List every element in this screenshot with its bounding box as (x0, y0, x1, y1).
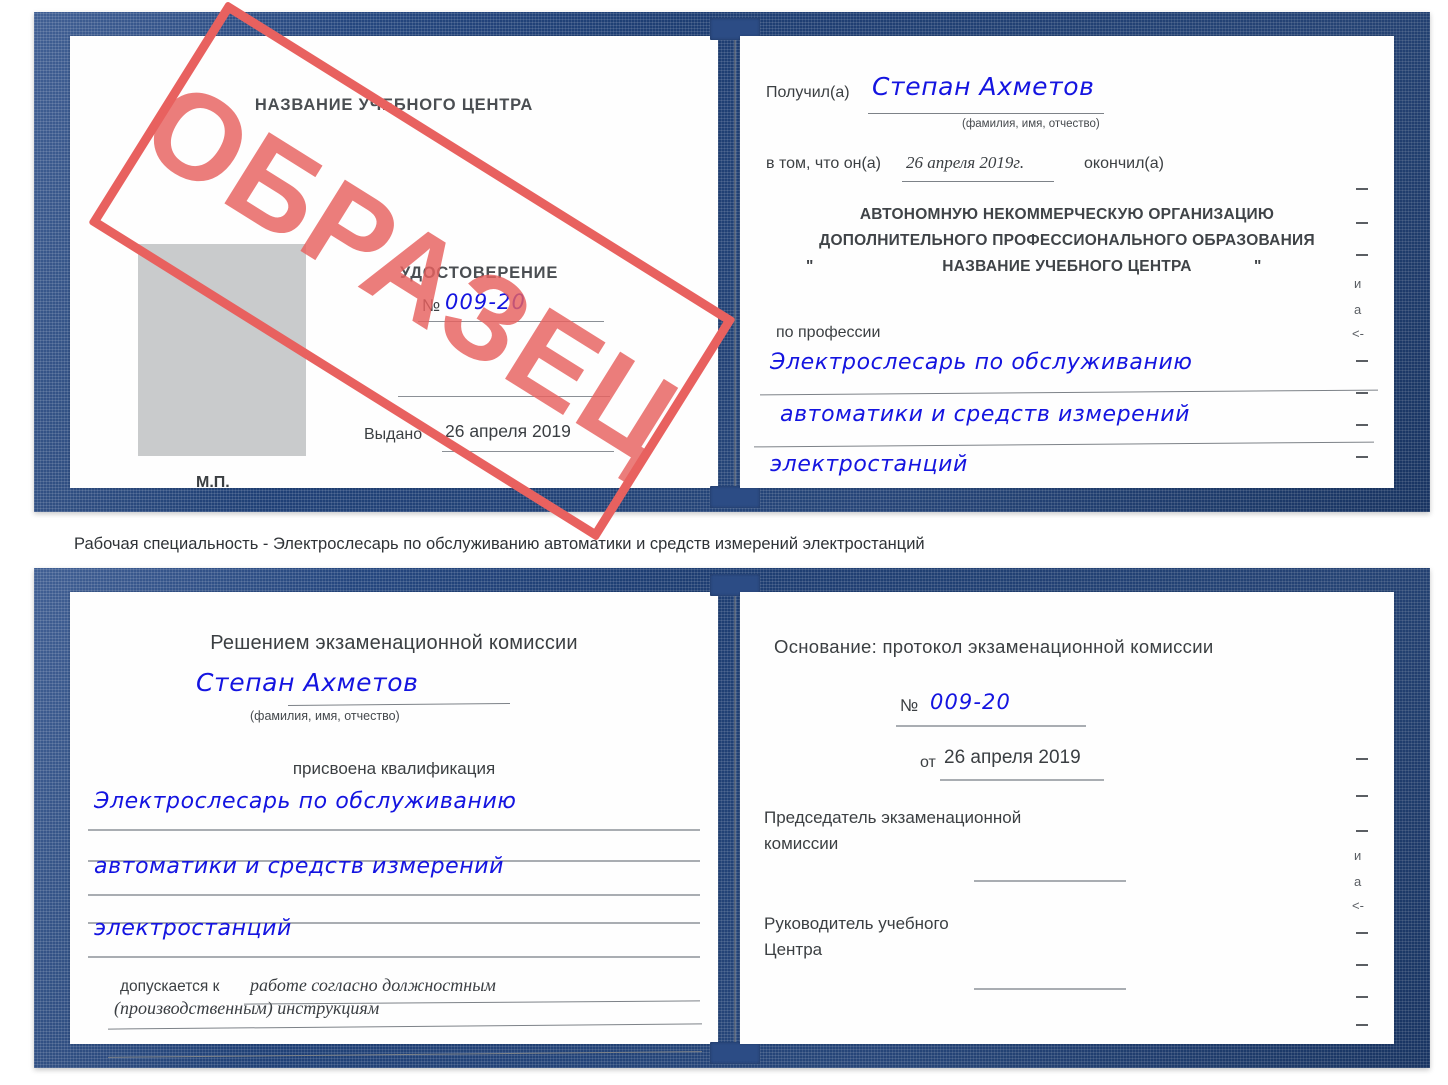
edge-fragment-b-dash-4 (1356, 932, 1368, 934)
edge-fragment-i: и (1354, 276, 1362, 291)
photo-placeholder (138, 244, 306, 456)
edge-fragment-b-arrow: <- (1352, 898, 1364, 913)
profession-rule-2 (754, 441, 1374, 448)
head-signature-rule (974, 988, 1126, 990)
certificate-bottom: Решением экзаменационной комиссии Степан… (34, 568, 1430, 1068)
number-label: № (422, 296, 441, 315)
that-he-value: 26 апреля 2019г. (906, 153, 1025, 172)
page-bottom-right: Основание: протокол экзаменационной коми… (740, 592, 1394, 1044)
received-value: Степан Ахметов (872, 72, 1095, 101)
edge-fragment-a: а (1354, 302, 1362, 317)
protocol-date-label: от (920, 754, 936, 771)
edge-fragment-dash-2 (1356, 222, 1368, 224)
book-spine-top (734, 36, 736, 488)
profession-line-3: электростанций (770, 452, 968, 477)
issued-label: Выдано (364, 426, 423, 443)
fio-hint: (фамилия, имя, отчество) (962, 118, 1100, 130)
decision-name-value: Степан Ахметов (196, 668, 419, 697)
admitted-rule-2 (108, 1023, 702, 1030)
page-bottom-left: Решением экзаменационной комиссии Степан… (70, 592, 718, 1058)
edge-fragment-b-a: а (1354, 874, 1362, 889)
edge-fragment-dash-4 (1356, 360, 1368, 362)
edge-fragment-dash-7 (1356, 456, 1368, 458)
qualification-label: присвоена квалификация (292, 759, 496, 778)
edge-fragment-b-dash-6 (1356, 996, 1368, 998)
qualification-rule-1 (88, 829, 700, 831)
head-line-2: Центра (764, 940, 823, 959)
that-he-label: в том, что он(а) (766, 155, 881, 172)
spine-notch-bottom (710, 486, 760, 508)
protocol-date-rule (940, 779, 1104, 781)
received-label: Получил(а) (766, 84, 850, 101)
blank-rule-1 (398, 396, 610, 397)
profession-line-2: автоматики и средств измерений (780, 402, 1191, 427)
qualification-line-1: Электрослесарь по обслуживанию (94, 789, 517, 814)
issued-value: 26 апреля 2019 (445, 421, 571, 441)
qualification-line-2: автоматики и средств измерений (94, 854, 505, 879)
edge-fragment-dash-5 (1356, 392, 1368, 394)
protocol-number-rule (896, 725, 1086, 727)
chairman-line-1: Председатель экзаменационной (764, 808, 1022, 827)
certificate-top: НАЗВАНИЕ УЧЕБНОГО ЦЕНТРА УДОСТОВЕРЕНИЕ №… (34, 12, 1430, 512)
edge-fragment-b-dash-3 (1356, 830, 1368, 832)
edge-fragment-dash-1 (1356, 188, 1368, 190)
decision-name-rule (287, 703, 511, 706)
page-top-right: Получил(а) Степан Ахметов (фамилия, имя,… (740, 36, 1394, 488)
edge-fragment-arrow: <- (1352, 326, 1364, 341)
qualification-line-3: электростанций (94, 916, 292, 941)
profession-line-1: Электрослесарь по обслуживанию (770, 350, 1193, 375)
book-spine-bottom (734, 592, 736, 1044)
chairman-line-2: комиссии (764, 834, 839, 853)
page-top-left: НАЗВАНИЕ УЧЕБНОГО ЦЕНТРА УДОСТОВЕРЕНИЕ №… (70, 36, 718, 491)
edge-fragment-b-dash-2 (1356, 795, 1368, 797)
edge-fragment-b-i: и (1354, 848, 1362, 863)
basis-label: Основание: протокол экзаменационной коми… (774, 636, 1214, 657)
seal-label: М.П. (196, 474, 230, 491)
page-title-training-center: НАЗВАНИЕ УЧЕБНОГО ЦЕНТРА (254, 96, 534, 114)
caption-text: Рабочая специальность - Электрослесарь п… (74, 535, 925, 553)
edge-fragment-dash-3 (1356, 254, 1368, 256)
doc-type-label: УДОСТОВЕРЕНИЕ (400, 264, 559, 282)
admitted-label: допускается к (120, 978, 220, 995)
finished-label: окончил(а) (1084, 155, 1164, 172)
that-he-rule (902, 181, 1054, 182)
chairman-signature-rule (974, 880, 1126, 882)
org-quote-close: " (1254, 258, 1262, 275)
edge-fragment-b-dash-1 (1356, 758, 1368, 760)
protocol-date-value: 26 апреля 2019 (944, 747, 1081, 768)
admitted-value-line-2: (производственным) инструкциям (114, 998, 380, 1018)
spine-notch-bottom-bottom (710, 1042, 760, 1064)
qualification-rule-2 (88, 894, 700, 896)
qualification-rule-3 (88, 956, 700, 958)
decision-title: Решением экзаменационной комиссии (210, 632, 578, 654)
org-name: НАЗВАНИЕ УЧЕБНОГО ЦЕНТРА (942, 258, 1192, 275)
received-rule (868, 113, 1104, 114)
decision-fio-hint: (фамилия, имя, отчество) (250, 709, 400, 723)
org-line-1: АВТОНОМНУЮ НЕКОММЕРЧЕСКУЮ ОРГАНИЗАЦИЮ (859, 206, 1275, 223)
edge-fragment-dash-6 (1356, 424, 1368, 426)
profession-label: по профессии (776, 324, 881, 341)
edge-fragment-b-dash-7 (1356, 1024, 1368, 1026)
org-line-2: ДОПОЛНИТЕЛЬНОГО ПРОФЕССИОНАЛЬНОГО ОБРАЗО… (819, 232, 1315, 249)
profession-rule-1 (760, 389, 1378, 396)
number-value: 009-20 (445, 290, 526, 314)
protocol-number-value: 009-20 (930, 690, 1011, 714)
edge-fragment-b-dash-5 (1356, 964, 1368, 966)
issued-rule (442, 451, 614, 452)
admitted-value-line-1: работе согласно должностным (250, 975, 496, 995)
head-line-1: Руководитель учебного (764, 914, 949, 933)
org-quote-open: " (806, 258, 814, 275)
number-rule (418, 321, 604, 322)
protocol-number-label: № (900, 696, 919, 715)
